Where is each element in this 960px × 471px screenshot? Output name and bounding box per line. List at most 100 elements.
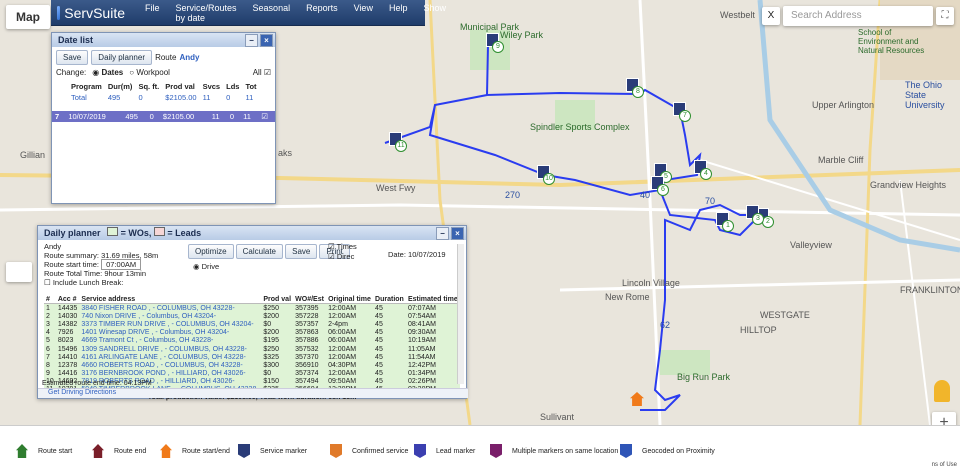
workpool-radio[interactable]: ○ Workpool bbox=[129, 68, 170, 77]
search-clear-button[interactable]: X bbox=[762, 7, 780, 25]
route-start-end-icon bbox=[160, 444, 172, 458]
change-label: Change: bbox=[56, 68, 87, 77]
planner-row[interactable]: 8 12378 4660 ROBERTS ROAD , - COLUMBUS, OH… bbox=[44, 361, 460, 370]
legend-label: Geocoded on Proximity bbox=[642, 447, 715, 455]
planner-row[interactable]: 6 15496 1309 SANDRELL DRIVE , - COLUMBUS, … bbox=[44, 344, 460, 354]
date-list-header: Dur(m) bbox=[107, 82, 133, 91]
service-address-link[interactable]: 4161 ARLINGATE LANE , - COLUMBUS, OH 432… bbox=[79, 353, 262, 362]
date-list-header: Sq. ft. bbox=[138, 82, 160, 91]
menu-item[interactable]: Seasonal bbox=[245, 3, 299, 23]
summary-label: Route summary: bbox=[44, 251, 100, 260]
map-type-button[interactable]: Map bbox=[6, 5, 50, 29]
search-address-input[interactable]: Search Address bbox=[783, 6, 933, 26]
daily-planner-titlebar[interactable]: Daily planner = WOs, = Leads − × bbox=[38, 226, 466, 240]
map-label-grandview: Grandview Heights bbox=[870, 180, 947, 190]
lunch-checkbox[interactable]: Include Lunch Break: bbox=[53, 278, 123, 287]
close-button[interactable]: × bbox=[451, 227, 464, 240]
date-list-row-cell: 11 bbox=[211, 112, 220, 121]
planner-row[interactable]: 9 14416 3176 BERNBROOK POND , - HILLIARD, … bbox=[44, 369, 460, 378]
planner-cell: 45 bbox=[373, 328, 406, 337]
date-list-total-cell: 495 bbox=[107, 93, 121, 102]
brand-logo-icon bbox=[57, 5, 61, 20]
marker-number[interactable]: 8 bbox=[632, 86, 644, 98]
date-list-row[interactable]: 7 10/07/2019 495 0 $2105.00 11 0 11 ☑ bbox=[52, 111, 275, 122]
close-button[interactable]: × bbox=[260, 34, 273, 47]
marker-number[interactable]: 4 bbox=[700, 168, 712, 180]
service-address-link[interactable]: 3373 TIMBER RUN DRIVE , - COLUMBUS, OH 4… bbox=[79, 320, 262, 329]
service-address-link[interactable]: 3176 BERNBROOK POND , - HILLIARD, OH 430… bbox=[79, 369, 262, 378]
map-label-hilltop: HILLTOP bbox=[740, 325, 777, 335]
date-list-titlebar[interactable]: Date list − × bbox=[52, 33, 275, 47]
map-label-big-run: Big Run Park bbox=[677, 372, 731, 382]
calculate-button[interactable]: Calculate bbox=[235, 244, 284, 259]
map-label-snr: School of Environment and Natural Resour… bbox=[858, 28, 925, 55]
planner-cell: 8023 bbox=[55, 336, 80, 345]
direc-checkbox[interactable]: ☑ Direc bbox=[328, 252, 354, 261]
service-address-link[interactable]: 1309 SANDRELL DRIVE , - COLUMBUS, OH 432… bbox=[79, 344, 262, 354]
planner-cell: 45 bbox=[373, 336, 406, 345]
planner-scrollbar[interactable] bbox=[457, 244, 464, 384]
route-name[interactable]: Andy bbox=[179, 53, 199, 62]
menu-item[interactable]: Show bbox=[415, 3, 454, 23]
planner-cell: 9 bbox=[44, 369, 56, 378]
minimize-button[interactable]: − bbox=[245, 34, 258, 47]
planner-cell: 45 bbox=[373, 303, 406, 313]
map-label-marble-cliff: Marble Cliff bbox=[818, 155, 864, 165]
times-checkbox[interactable]: ☑ Times bbox=[328, 242, 357, 251]
service-marker-icon bbox=[238, 444, 250, 458]
legend-item: Confirmed service bbox=[330, 444, 408, 458]
dates-radio[interactable]: ◉ Dates bbox=[92, 68, 123, 77]
daily-planner-button[interactable]: Daily planner bbox=[91, 50, 152, 65]
planner-save-button[interactable]: Save bbox=[285, 244, 318, 259]
map-control-button[interactable] bbox=[6, 262, 32, 282]
service-address-link[interactable]: 4669 Tramont Ct , - Columbus, OH 43228- bbox=[79, 336, 262, 345]
planner-row[interactable]: 5 8023 4669 Tramont Ct , - Columbus, OH 43… bbox=[44, 336, 460, 345]
driving-directions-link[interactable]: Get Driving Directions bbox=[38, 388, 468, 398]
service-address-link[interactable]: 740 Nixon DRIVE , - Columbus, OH 43204- bbox=[79, 312, 262, 321]
menu-item[interactable]: Reports bbox=[298, 3, 346, 23]
row-checkbox[interactable]: ☑ bbox=[258, 111, 275, 122]
menu-item[interactable]: Help bbox=[381, 3, 416, 23]
marker-number[interactable]: 3 bbox=[752, 213, 764, 225]
terms-link[interactable]: ns of Use bbox=[932, 462, 957, 468]
menu-item[interactable]: View bbox=[346, 3, 381, 23]
map-label-62: 62 bbox=[660, 320, 671, 330]
planner-row[interactable]: 3 14382 3373 TIMBER RUN DRIVE , - COLUMBUS… bbox=[44, 320, 460, 329]
planner-row[interactable]: 4 7926 1401 Winesap DRIVE , - Columbus, OH… bbox=[44, 328, 460, 337]
planner-cell: 15496 bbox=[55, 344, 80, 354]
planner-cell: 06:00AM bbox=[326, 328, 374, 337]
marker-number[interactable]: 9 bbox=[492, 41, 504, 53]
drive-radio[interactable]: ◉ Drive bbox=[193, 262, 219, 271]
map-label-aks: aks bbox=[278, 148, 293, 158]
date-list-total-cell: $2105.00 bbox=[165, 93, 197, 102]
planner-row[interactable]: 1 14435 3840 FISHER ROAD , - COLUMBUS, OH … bbox=[44, 303, 460, 313]
confirmed-service-icon bbox=[330, 444, 342, 458]
marker-number[interactable]: 11 bbox=[395, 140, 407, 152]
save-button[interactable]: Save bbox=[56, 50, 89, 65]
date-list-header: Svcs bbox=[202, 82, 221, 91]
marker-number[interactable]: 10 bbox=[543, 173, 555, 185]
marker-number[interactable]: 6 bbox=[657, 184, 669, 196]
planner-cell: $195 bbox=[261, 336, 294, 345]
planner-header: Prod val bbox=[261, 296, 294, 304]
marker-number[interactable]: 7 bbox=[679, 110, 691, 122]
street-view-pegman-icon[interactable] bbox=[934, 380, 950, 402]
legend-label: Lead marker bbox=[436, 447, 476, 455]
menu-item[interactable]: Service/Routes by date bbox=[168, 3, 245, 23]
fullscreen-icon[interactable]: ⛶ bbox=[936, 7, 954, 25]
date-list-total-cell: 11 bbox=[245, 93, 254, 102]
service-address-link[interactable]: 3840 FISHER ROAD , - COLUMBUS, OH 43228- bbox=[79, 303, 262, 313]
planner-cell: 4 bbox=[44, 328, 56, 337]
marker-number[interactable]: 1 bbox=[722, 220, 734, 232]
zoom-in-button[interactable]: + bbox=[932, 412, 956, 425]
legend-item: Geocoded on Proximity bbox=[620, 444, 715, 458]
service-address-link[interactable]: 1401 Winesap DRIVE , - Columbus, OH 4320… bbox=[79, 328, 262, 337]
planner-row[interactable]: 7 14410 4161 ARLINGATE LANE , - COLUMBUS, … bbox=[44, 353, 460, 362]
planner-header: Service address bbox=[79, 296, 262, 304]
service-address-link[interactable]: 4660 ROBERTS ROAD , - COLUMBUS, OH 43228… bbox=[79, 361, 262, 370]
planner-row[interactable]: 2 14030 740 Nixon DRIVE , - Columbus, OH 4… bbox=[44, 312, 460, 321]
all-checkbox[interactable]: All ☑ bbox=[253, 68, 271, 77]
menu-item[interactable]: File bbox=[137, 3, 168, 23]
minimize-button[interactable]: − bbox=[436, 227, 449, 240]
optimize-button[interactable]: Optimize bbox=[188, 244, 234, 259]
